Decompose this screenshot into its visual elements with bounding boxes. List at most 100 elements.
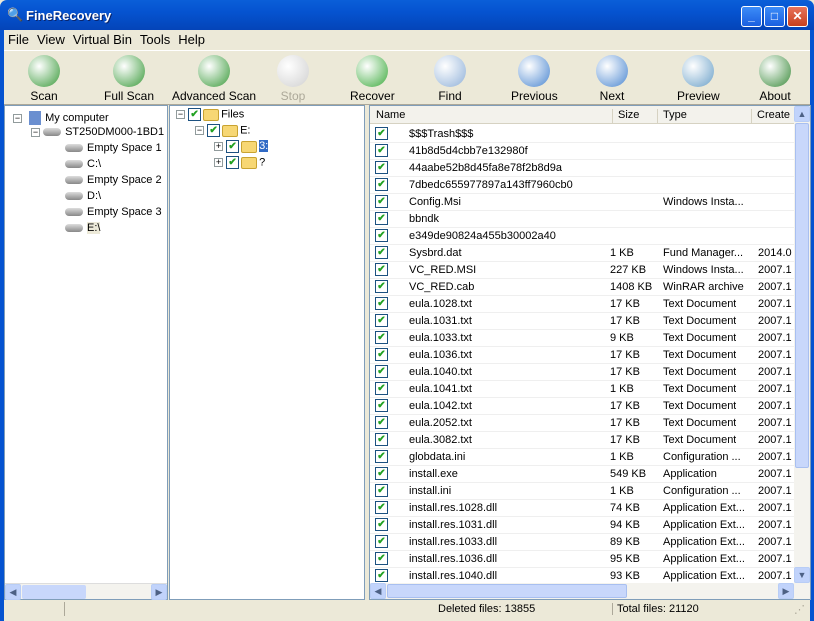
tree-item-folder-unknown[interactable]: + ✔?	[214, 156, 265, 169]
menu-tools[interactable]: Tools	[136, 30, 174, 49]
close-button[interactable]: ✕	[787, 6, 808, 27]
menu-view[interactable]: View	[33, 30, 69, 49]
checkbox[interactable]: ✔	[375, 331, 388, 344]
file-row[interactable]: ✔ Sysbrd.dat 1 KB Fund Manager... 2014.0	[370, 245, 796, 262]
file-row[interactable]: ✔ install.res.1028.dll 74 KB Application Ex…	[370, 500, 796, 517]
scroll-left-icon[interactable]: ◀	[370, 583, 386, 599]
horizontal-scrollbar[interactable]: ◀ ▶	[5, 583, 167, 600]
tree-item-folder-3[interactable]: + ✔ 3:	[214, 140, 269, 153]
file-row[interactable]: ✔ 7dbedc655977897a143ff7960cb0	[370, 177, 796, 194]
file-row[interactable]: ✔ eula.2052.txt 17 KB Text Document 2007.1	[370, 415, 796, 432]
file-row[interactable]: ✔ eula.1036.txt 17 KB Text Document 2007.1	[370, 347, 796, 364]
file-row[interactable]: ✔ install.ini 1 KB Configuration ... 2007.1	[370, 483, 796, 500]
collapse-icon[interactable]: −	[31, 127, 40, 137]
checkbox[interactable]: ✔	[375, 144, 388, 157]
about-button[interactable]: About	[759, 55, 791, 103]
tree-item-partition[interactable]: D:\	[65, 190, 101, 202]
file-row[interactable]: ✔ eula.1040.txt 17 KB Text Document 2007.1	[370, 364, 796, 381]
file-row[interactable]: ✔ eula.1042.txt 17 KB Text Document 2007.1	[370, 398, 796, 415]
find-button[interactable]: Find	[434, 55, 466, 103]
checkbox[interactable]: ✔	[188, 108, 202, 121]
file-row[interactable]: ✔ 44aabe52b8d45fa8e78f2b8d9a	[370, 160, 796, 177]
expand-icon[interactable]: +	[214, 142, 223, 151]
checkbox[interactable]: ✔	[375, 433, 388, 446]
checkbox[interactable]: ✔	[375, 127, 388, 140]
collapse-icon[interactable]: −	[195, 126, 204, 135]
checkbox[interactable]: ✔	[375, 416, 388, 429]
checkbox[interactable]: ✔	[375, 518, 388, 531]
tree-item-files[interactable]: − ✔ Files	[176, 108, 244, 121]
full-scan-button[interactable]: Full Scan	[104, 55, 154, 103]
scroll-thumb[interactable]	[795, 123, 809, 468]
tree-item-my-computer[interactable]: − My computer	[13, 111, 109, 125]
file-row[interactable]: ✔ eula.1033.txt 9 KB Text Document 2007.1	[370, 330, 796, 347]
scroll-up-icon[interactable]: ▲	[794, 106, 810, 122]
menu-virtual-bin[interactable]: Virtual Bin	[69, 30, 136, 49]
checkbox[interactable]: ✔	[375, 297, 388, 310]
checkbox[interactable]: ✔	[375, 246, 388, 259]
resize-grip-icon[interactable]: ⋰	[794, 603, 805, 616]
menu-help[interactable]: Help	[174, 30, 209, 49]
tree-item-partition[interactable]: Empty Space 2	[65, 174, 162, 186]
file-row[interactable]: ✔ 41b8d5d4cbb7e132980f	[370, 143, 796, 160]
file-row[interactable]: ✔ install.res.1031.dll 94 KB Application Ex…	[370, 517, 796, 534]
expand-icon[interactable]: +	[214, 158, 223, 167]
tree-item-partition[interactable]: E:\	[65, 222, 101, 234]
advanced-scan-button[interactable]: Advanced Scan	[172, 55, 256, 103]
checkbox[interactable]: ✔	[375, 552, 388, 565]
checkbox[interactable]: ✔	[375, 178, 388, 191]
column-size[interactable]: Size	[612, 109, 639, 123]
collapse-icon[interactable]: −	[176, 110, 185, 119]
file-row[interactable]: ✔ eula.1031.txt 17 KB Text Document 2007.1	[370, 313, 796, 330]
checkbox[interactable]: ✔	[375, 348, 388, 361]
file-row[interactable]: ✔ eula.3082.txt 17 KB Text Document 2007.1	[370, 432, 796, 449]
vertical-scrollbar[interactable]: ▲ ▼	[794, 106, 810, 584]
stop-button[interactable]: Stop	[277, 55, 309, 103]
recover-button[interactable]: Recover	[350, 55, 395, 103]
file-row[interactable]: ✔ install.res.1033.dll 89 KB Application Ex…	[370, 534, 796, 551]
checkbox[interactable]: ✔	[375, 263, 388, 276]
scroll-thumb[interactable]	[387, 584, 627, 598]
tree-item-partition[interactable]: Empty Space 3	[65, 206, 162, 218]
checkbox[interactable]: ✔	[375, 314, 388, 327]
file-row[interactable]: ✔ globdata.ini 1 KB Configuration ... 2007.1	[370, 449, 796, 466]
checkbox[interactable]: ✔	[375, 450, 388, 463]
checkbox[interactable]: ✔	[375, 212, 388, 225]
previous-button[interactable]: Previous	[511, 55, 558, 103]
file-row[interactable]: ✔ install.exe 549 KB Application 2007.1	[370, 466, 796, 483]
horizontal-scrollbar[interactable]: ◀ ▶	[370, 583, 810, 599]
scroll-down-icon[interactable]: ▼	[794, 567, 810, 583]
file-row[interactable]: ✔ install.res.1036.dll 95 KB Application Ex…	[370, 551, 796, 568]
tree-item-disk[interactable]: − ST250DM000-1BD1	[31, 126, 164, 138]
tree-item-partition[interactable]: C:\	[65, 158, 101, 170]
file-row[interactable]: ✔ VC_RED.cab 1408 KB WinRAR archive 2007.1	[370, 279, 796, 296]
checkbox[interactable]: ✔	[375, 501, 388, 514]
scan-button[interactable]: Scan	[28, 55, 60, 103]
file-row[interactable]: ✔ Config.Msi Windows Insta...	[370, 194, 796, 211]
column-created[interactable]: Create	[751, 109, 790, 123]
tree-item-e[interactable]: − ✔ E:	[195, 124, 250, 137]
file-row[interactable]: ✔ $$$Trash$$$	[370, 126, 796, 143]
checkbox[interactable]: ✔	[375, 280, 388, 293]
checkbox[interactable]: ✔	[375, 195, 388, 208]
checkbox[interactable]: ✔	[375, 382, 388, 395]
tree-item-partition[interactable]: Empty Space 1	[65, 142, 162, 154]
file-row[interactable]: ✔ VC_RED.MSI 227 KB Windows Insta... 2007.1	[370, 262, 796, 279]
checkbox[interactable]: ✔	[226, 140, 240, 153]
collapse-icon[interactable]: −	[13, 113, 22, 123]
checkbox[interactable]: ✔	[375, 161, 388, 174]
file-row[interactable]: ✔ eula.1041.txt 1 KB Text Document 2007.1	[370, 381, 796, 398]
preview-button[interactable]: Preview	[677, 55, 720, 103]
checkbox[interactable]: ✔	[375, 569, 388, 582]
checkbox[interactable]: ✔	[375, 484, 388, 497]
checkbox[interactable]: ✔	[207, 124, 221, 137]
checkbox[interactable]: ✔	[375, 229, 388, 242]
scroll-right-icon[interactable]: ▶	[151, 584, 167, 600]
maximize-button[interactable]: □	[764, 6, 785, 27]
file-row[interactable]: ✔ e349de90824a455b30002a40	[370, 228, 796, 245]
checkbox[interactable]: ✔	[226, 156, 240, 169]
menu-file[interactable]: File	[4, 30, 33, 49]
minimize-button[interactable]: _	[741, 6, 762, 27]
checkbox[interactable]: ✔	[375, 365, 388, 378]
checkbox[interactable]: ✔	[375, 399, 388, 412]
